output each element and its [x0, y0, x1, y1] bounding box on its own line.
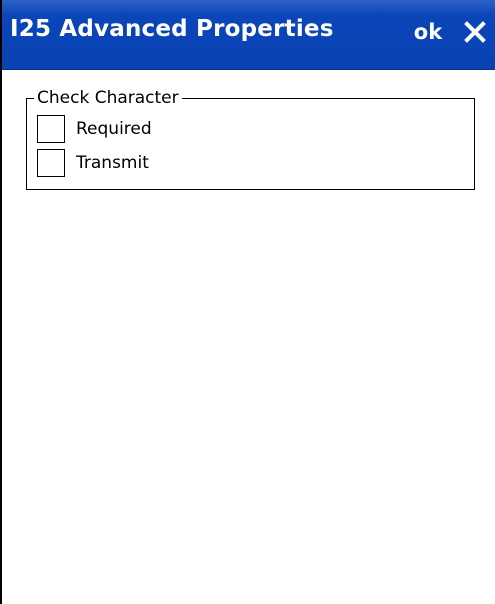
close-icon — [464, 21, 486, 43]
close-button[interactable] — [460, 15, 490, 49]
properties-window: I25 Advanced Properties ok Check Charact… — [0, 0, 495, 604]
group-legend: Check Character — [34, 86, 182, 110]
ok-button[interactable]: ok — [408, 13, 448, 51]
transmit-checkbox[interactable] — [37, 149, 65, 177]
transmit-label: Transmit — [76, 153, 149, 173]
required-checkbox[interactable] — [37, 115, 65, 143]
check-character-group: Check Character Required Transmit — [26, 86, 475, 190]
window-title: I25 Advanced Properties — [10, 16, 334, 42]
required-label: Required — [76, 119, 152, 139]
title-bar: I25 Advanced Properties ok — [2, 0, 495, 70]
